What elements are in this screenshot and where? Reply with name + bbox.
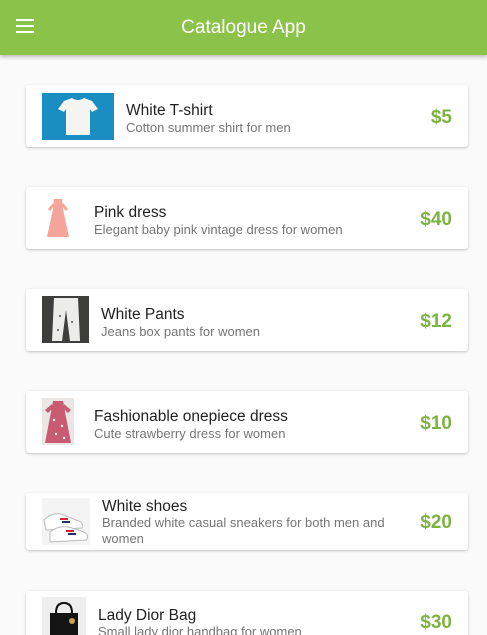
- app-bar: Catalogue App: [0, 0, 487, 55]
- product-name: White shoes: [102, 498, 188, 515]
- product-list: White T-shirt Cotton summer shirt for me…: [0, 0, 487, 635]
- product-price: $10: [420, 413, 452, 434]
- product-description: Jeans box pants for women: [101, 324, 260, 339]
- product-card[interactable]: White Pants Jeans box pants for women $1…: [26, 289, 468, 351]
- pink-dress-image: [42, 195, 74, 241]
- product-description: Cute strawberry dress for women: [94, 426, 286, 441]
- app-title: Catalogue App: [181, 17, 306, 38]
- product-price: $5: [430, 107, 452, 128]
- product-description: Branded white casual sneakers for both m…: [102, 515, 385, 546]
- product-card[interactable]: Pink dress Elegant baby pink vintage dre…: [26, 187, 468, 249]
- strawberry-dress-image: [42, 398, 74, 445]
- white-shoes-image: [42, 498, 90, 545]
- product-name: White Pants: [101, 306, 185, 323]
- product-price: $40: [420, 209, 452, 230]
- product-name: Fashionable onepiece dress: [94, 408, 288, 425]
- product-card[interactable]: Lady Dior Bag Small lady dior handbag fo…: [26, 591, 468, 635]
- product-description: Elegant baby pink vintage dress for wome…: [94, 222, 343, 237]
- white-pants-image: [42, 296, 89, 343]
- dior-bag-image: [42, 597, 86, 635]
- product-card[interactable]: Fashionable onepiece dress Cute strawber…: [26, 391, 468, 453]
- product-price: $20: [420, 512, 452, 533]
- product-name: Pink dress: [94, 204, 167, 221]
- product-name: Lady Dior Bag: [98, 607, 197, 624]
- product-description: Small lady dior handbag for women: [98, 624, 302, 635]
- product-card[interactable]: White shoes Branded white casual sneaker…: [26, 493, 468, 550]
- white-tshirt-image: [42, 93, 114, 140]
- product-name: White T-shirt: [126, 102, 213, 119]
- product-card[interactable]: White T-shirt Cotton summer shirt for me…: [26, 85, 468, 147]
- product-price: $12: [420, 311, 452, 332]
- product-price: $30: [420, 612, 452, 633]
- product-description: Cotton summer shirt for men: [126, 120, 291, 135]
